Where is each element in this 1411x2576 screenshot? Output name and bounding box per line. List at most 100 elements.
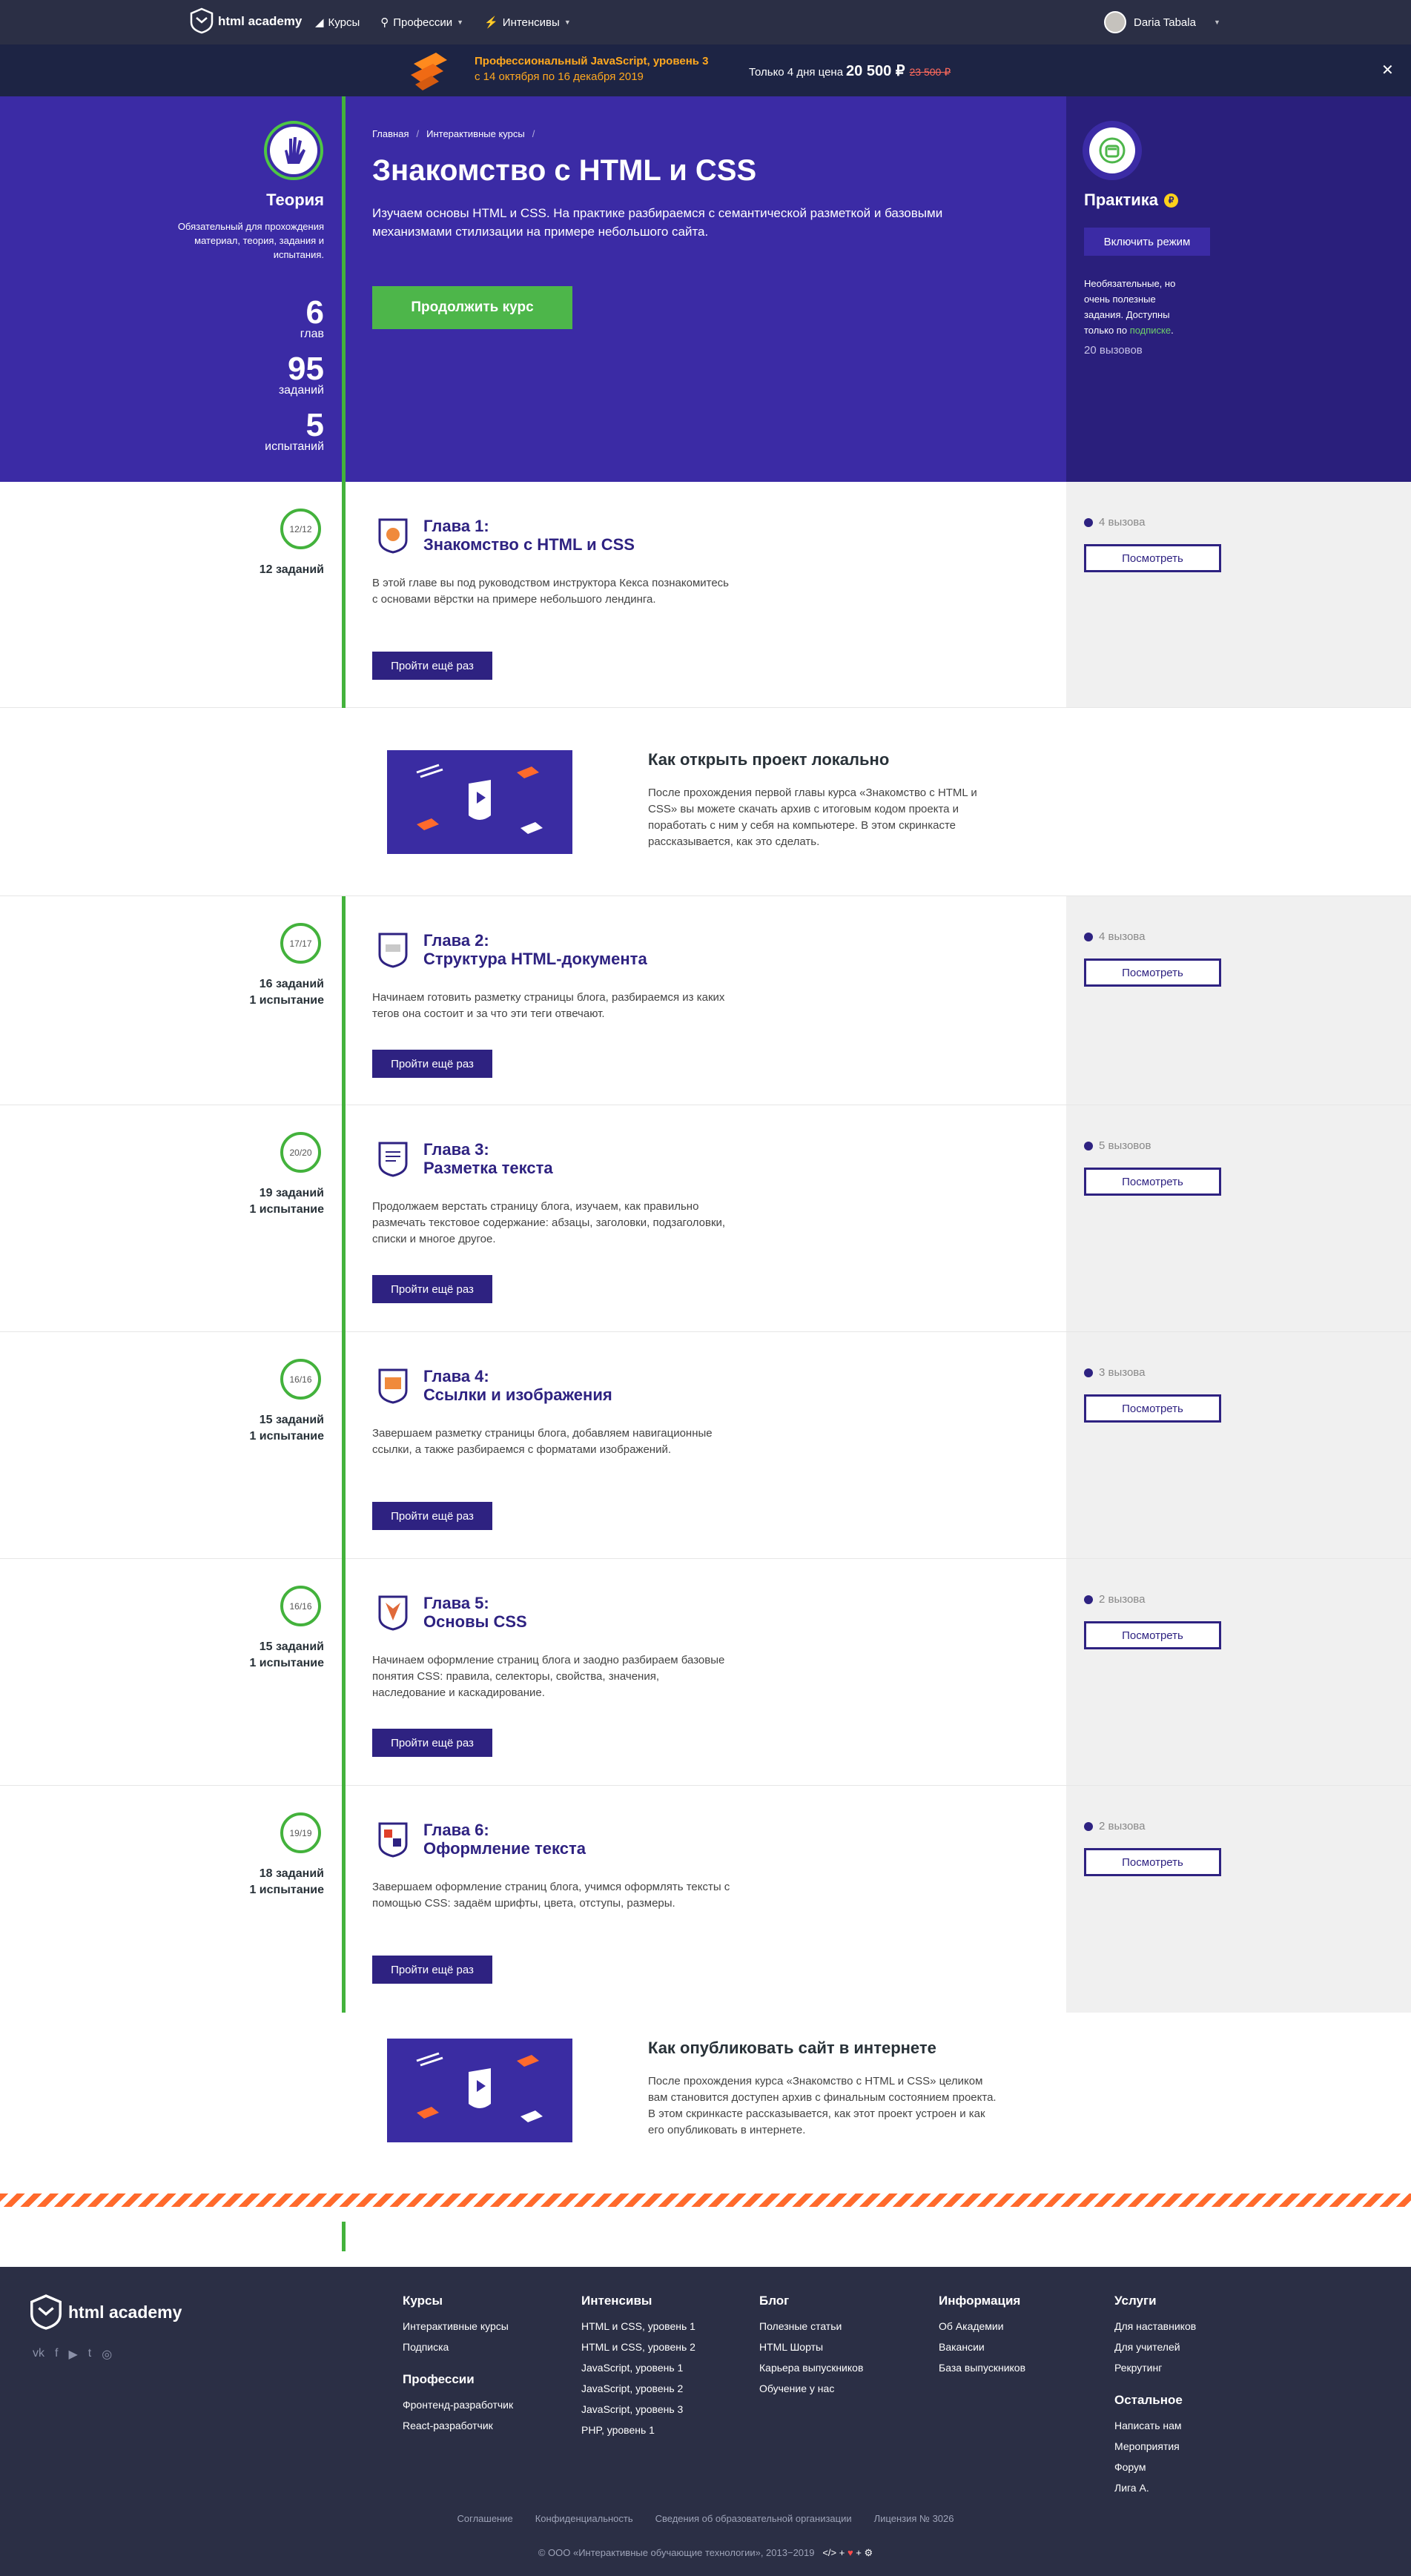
enable-practice-button[interactable]: Включить режим xyxy=(1084,228,1210,256)
chapter-description: Завершаем разметку страницы блога, добав… xyxy=(372,1427,713,1456)
footer-link[interactable]: Интерактивные курсы xyxy=(403,2316,513,2337)
footer-link[interactable]: JavaScript, уровень 3 xyxy=(581,2399,695,2420)
nav-intensives[interactable]: ⚡ Интенсивы ▼ xyxy=(484,16,571,30)
footer-col-courses: Курсы Интерактивные курсы Подписка Профе… xyxy=(403,2294,513,2436)
footer-link[interactable]: Вакансии xyxy=(939,2337,1025,2357)
instagram-icon[interactable]: ◎ xyxy=(102,2347,112,2362)
facebook-icon[interactable]: f xyxy=(55,2347,58,2362)
footer-link[interactable]: HTML и CSS, уровень 2 xyxy=(581,2337,695,2357)
footer-logo[interactable]: html academy xyxy=(30,2294,182,2331)
vk-icon[interactable]: vk xyxy=(33,2347,44,2362)
close-icon[interactable]: ✕ xyxy=(1381,61,1394,79)
footer-link[interactable]: Обучение у нас xyxy=(759,2378,863,2399)
user-name: Daria Tabala xyxy=(1134,16,1196,29)
chapter-challenges: 2 вызова xyxy=(1084,1593,1145,1606)
youtube-icon[interactable]: ▶ xyxy=(68,2347,77,2362)
promo-banner[interactable]: Профессиональный JavaScript, уровень 3 с… xyxy=(0,44,1411,96)
retry-chapter-button[interactable]: Пройти ещё раз xyxy=(372,1275,492,1303)
nav-professions[interactable]: ⚲ Профессии ▼ xyxy=(380,16,463,30)
footer-link[interactable]: Об Академии xyxy=(939,2316,1025,2337)
view-challenges-button[interactable]: Посмотреть xyxy=(1084,1394,1221,1423)
footer-link[interactable]: HTML и CSS, уровень 1 xyxy=(581,2316,695,2337)
view-challenges-button[interactable]: Посмотреть xyxy=(1084,544,1221,572)
view-challenges-button[interactable]: Посмотреть xyxy=(1084,1168,1221,1196)
footer-link[interactable]: JavaScript, уровень 1 xyxy=(581,2357,695,2378)
user-menu[interactable]: Daria Tabala ▼ xyxy=(1104,11,1220,33)
chapter-description: Начинаем оформление страниц блога и заод… xyxy=(372,1654,725,1699)
chapter-challenges: 5 вызовов xyxy=(1084,1139,1151,1152)
retry-chapter-button[interactable]: Пройти ещё раз xyxy=(372,1502,492,1530)
chevron-down-icon: ▼ xyxy=(1213,19,1220,26)
chapter-description: Завершаем оформление страниц блога, учим… xyxy=(372,1881,730,1910)
chapter-progress: 20/20 xyxy=(280,1132,321,1173)
view-challenges-button[interactable]: Посмотреть xyxy=(1084,1848,1221,1876)
footer-link[interactable]: Мероприятия xyxy=(1114,2436,1196,2457)
banner-price: Только 4 дня цена 20 500 ₽23 500 ₽ xyxy=(749,63,951,79)
footer-link[interactable]: Для учителей xyxy=(1114,2337,1196,2357)
legal-link[interactable]: Сведения об образовательной организации xyxy=(655,2513,852,2524)
breadcrumb-home[interactable]: Главная xyxy=(372,128,409,139)
chapter-description: Продолжаем верстать страницу блога, изуч… xyxy=(372,1200,726,1245)
video-thumbnail[interactable] xyxy=(387,2039,572,2142)
chapter-progress: 16/16 xyxy=(280,1586,321,1626)
footer-col-info: Информация Об Академии Вакансии База вып… xyxy=(939,2294,1025,2378)
video-publish-site: Как опубликовать сайт в интернете После … xyxy=(0,2013,1411,2193)
banner-dates: с 14 октября по 16 декабря 2019 xyxy=(475,70,644,83)
retry-chapter-button[interactable]: Пройти ещё раз xyxy=(372,1956,492,1984)
chapter-progress: 19/19 xyxy=(280,1812,321,1853)
chapter-challenges: 4 вызова xyxy=(1084,930,1145,943)
footer-link[interactable]: Форум xyxy=(1114,2457,1196,2477)
footer-link[interactable]: JavaScript, уровень 2 xyxy=(581,2378,695,2399)
nav-courses[interactable]: ◢ Курсы xyxy=(315,16,360,30)
chapter-6: 19/19 18 заданий 1 испытание Глава 6: Офор… xyxy=(0,1786,1411,2013)
legal-link[interactable]: Лицензия № 3026 xyxy=(874,2513,954,2524)
chapter-1: 12/12 12 заданий Глава 1: Знакомство с HT… xyxy=(0,482,1411,708)
chapter-description: Начинаем готовить разметку страницы блог… xyxy=(372,991,725,1020)
chapter-progress: 16/16 xyxy=(280,1359,321,1400)
video-description: После прохождения первой главы курса «Зн… xyxy=(648,787,977,848)
breadcrumb: Главная / Интерактивные курсы / xyxy=(372,128,535,139)
twitter-icon[interactable]: t xyxy=(88,2347,91,2362)
chapter-title: Глава 1: Знакомство с HTML и CSS xyxy=(423,517,635,554)
legal-link[interactable]: Соглашение xyxy=(457,2513,513,2524)
continue-course-button[interactable]: Продолжить курс xyxy=(372,286,572,329)
fox-icon xyxy=(378,1595,408,1631)
footer-link[interactable]: PHP, уровень 1 xyxy=(581,2420,695,2440)
play-video-icon xyxy=(416,2052,543,2122)
chapter-tasks: 18 заданий 1 испытание xyxy=(249,1867,324,1896)
footer-link[interactable]: Написать нам xyxy=(1114,2415,1196,2436)
footer-link[interactable]: Для наставников xyxy=(1114,2316,1196,2337)
footer-link[interactable]: Карьера выпускников xyxy=(759,2357,863,2378)
video-thumbnail[interactable] xyxy=(387,750,572,854)
practice-description: Необязательные, но очень полезные задани… xyxy=(1084,278,1176,336)
retry-chapter-button[interactable]: Пройти ещё раз xyxy=(372,652,492,680)
theory-badge xyxy=(264,121,323,180)
view-challenges-button[interactable]: Посмотреть xyxy=(1084,958,1221,987)
logo[interactable]: html academy xyxy=(190,7,302,34)
stat-chapters: 6 глав xyxy=(300,294,324,341)
chapter-challenges: 3 вызова xyxy=(1084,1366,1145,1379)
chapter-title: Глава 6: Оформление текста xyxy=(423,1821,586,1858)
play-icon: ◢ xyxy=(315,16,324,29)
logo-text: html academy xyxy=(218,13,303,28)
construction-stripe xyxy=(0,2193,1411,2207)
footer-legal-links: Соглашение Конфиденциальность Сведения о… xyxy=(0,2513,1411,2524)
view-challenges-button[interactable]: Посмотреть xyxy=(1084,1621,1221,1649)
chapter-challenges: 2 вызова xyxy=(1084,1820,1145,1832)
footer-link[interactable]: Рекрутинг xyxy=(1114,2357,1196,2378)
breadcrumb-courses[interactable]: Интерактивные курсы xyxy=(426,128,525,139)
footer-link[interactable]: Подписка xyxy=(403,2337,513,2357)
footer-link[interactable]: Лига А. xyxy=(1114,2477,1196,2498)
footer-link[interactable]: Полезные статьи xyxy=(759,2316,863,2337)
footer-link[interactable]: React-разработчик xyxy=(403,2415,513,2436)
subscription-link[interactable]: подписке xyxy=(1130,325,1171,336)
retry-chapter-button[interactable]: Пройти ещё раз xyxy=(372,1050,492,1078)
play-video-icon xyxy=(416,764,543,834)
video-local-project: Как открыть проект локально После прохож… xyxy=(0,708,1411,895)
chapter-description: В этой главе вы под руководством инструк… xyxy=(372,577,729,606)
footer-link[interactable]: HTML Шорты xyxy=(759,2337,863,2357)
legal-link[interactable]: Конфиденциальность xyxy=(535,2513,633,2524)
footer-link[interactable]: Фронтенд-разработчик xyxy=(403,2394,513,2415)
retry-chapter-button[interactable]: Пройти ещё раз xyxy=(372,1729,492,1757)
footer-link[interactable]: База выпускников xyxy=(939,2357,1025,2378)
